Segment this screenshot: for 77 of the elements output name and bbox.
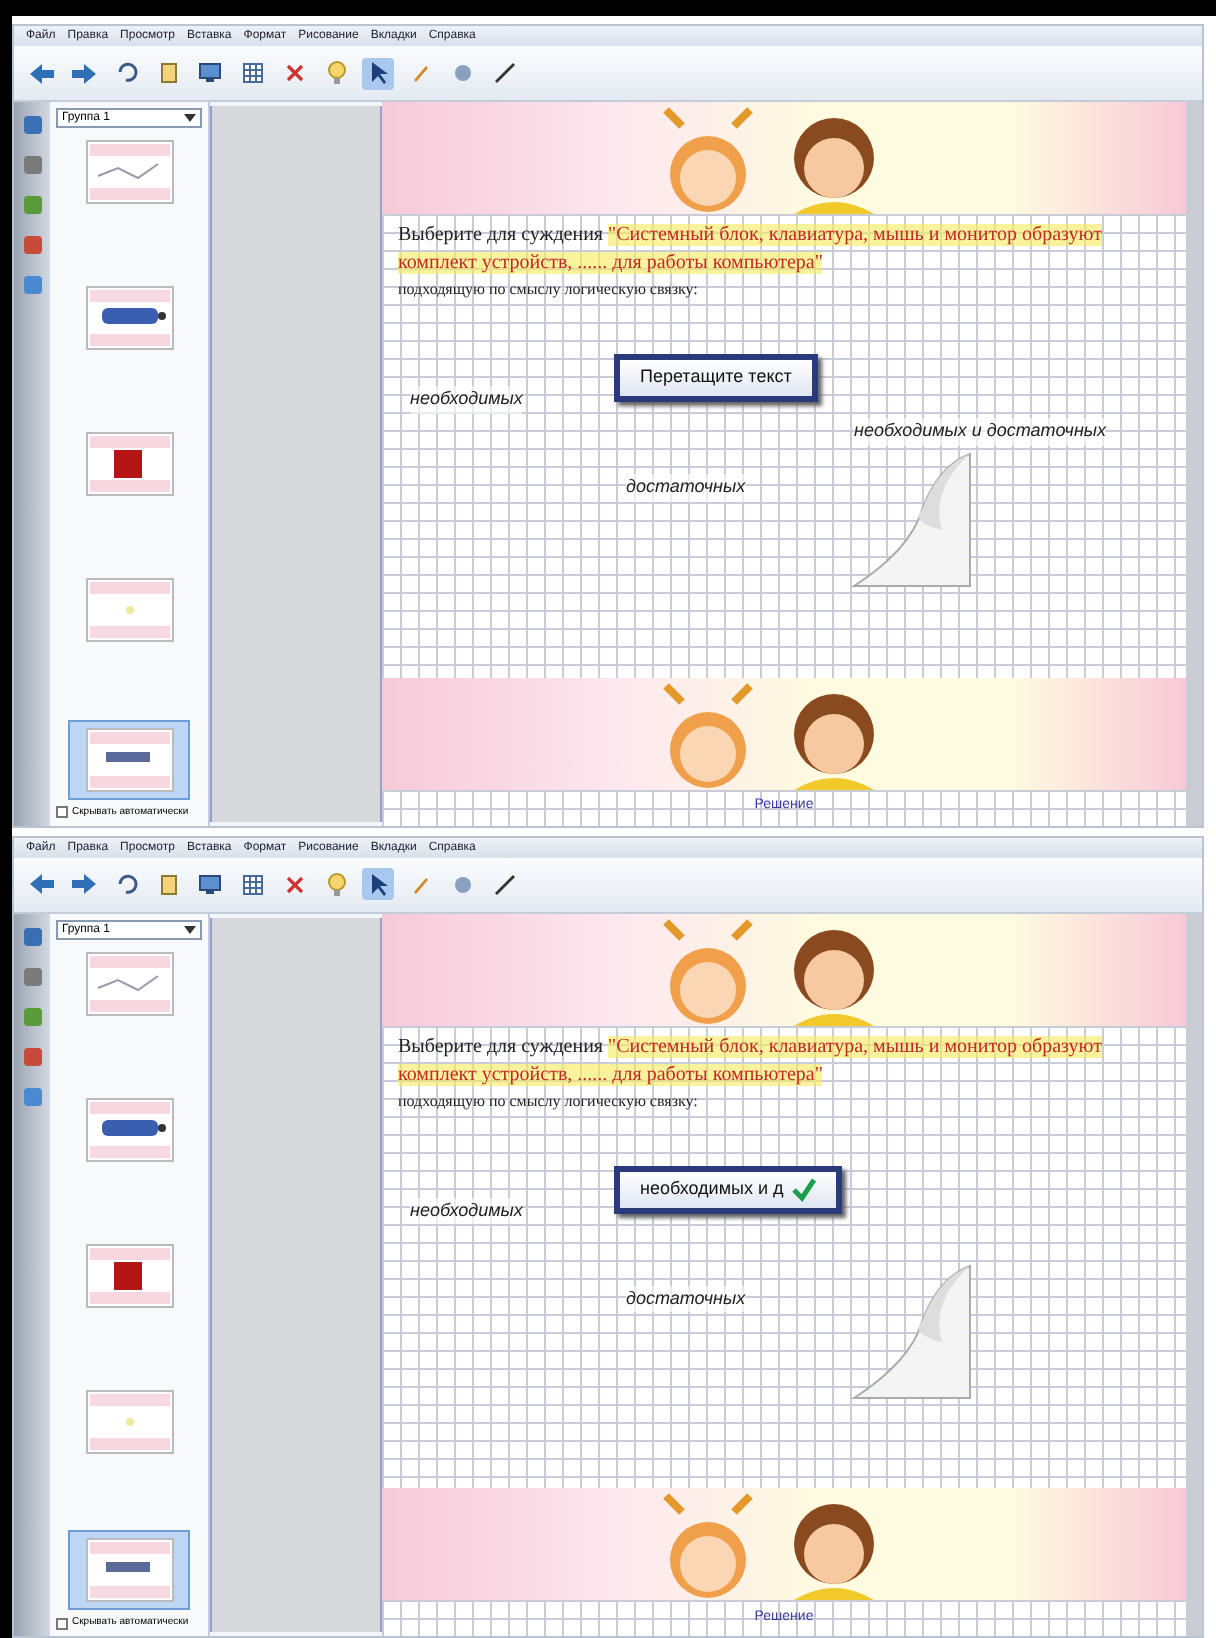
- pen-icon: [409, 873, 431, 895]
- slide-preview-drawing: [85, 727, 173, 791]
- side-tab-button[interactable]: [21, 274, 43, 296]
- side-tab-icon: [21, 194, 43, 216]
- pen-icon: [409, 62, 431, 84]
- slide-preview-drawing: [85, 1097, 173, 1162]
- side-tab-icon: [21, 925, 43, 947]
- delete-icon: [283, 62, 305, 84]
- forward-arrow-icon: [70, 872, 98, 896]
- side-tab-icon: [21, 1085, 43, 1107]
- cursor-button[interactable]: [362, 868, 394, 900]
- cursor-icon: [367, 871, 389, 897]
- task-hint: подходящую по смыслу логическую связку:: [398, 278, 700, 300]
- slide-preview-drawing: [85, 432, 173, 497]
- side-tab-button[interactable]: [21, 154, 43, 176]
- side-tab-button[interactable]: [21, 965, 43, 987]
- slide-preview-drawing: [85, 1538, 173, 1602]
- table-icon: [241, 62, 263, 84]
- back-arrow-icon: [28, 872, 56, 896]
- page-icon: [157, 62, 179, 84]
- answer-option[interactable]: достаточных: [626, 1285, 746, 1312]
- slide-preview-drawing: [85, 1243, 173, 1308]
- screen-icon: [198, 873, 222, 895]
- screen-icon: [198, 62, 222, 84]
- drop-box-text: Перетащите текст: [640, 364, 792, 391]
- slide-thumbnail[interactable]: [68, 1530, 190, 1610]
- answer-option[interactable]: необходимых: [410, 386, 523, 413]
- back-arrow-button[interactable]: [26, 868, 58, 900]
- side-tab-button[interactable]: [21, 234, 43, 256]
- side-tab-icon: [21, 274, 43, 296]
- answer-option[interactable]: необходимых: [410, 1197, 523, 1224]
- answer-option[interactable]: необходимых и достаточных: [854, 418, 1107, 445]
- line-icon: [493, 873, 515, 895]
- delete-icon: [283, 873, 305, 895]
- lightbulb-icon: [325, 871, 347, 897]
- forward-arrow-icon: [70, 61, 98, 85]
- slide-preview-drawing: [85, 578, 173, 643]
- side-tab-icon: [21, 1045, 43, 1067]
- side-tab-button[interactable]: [21, 114, 43, 136]
- undo-icon: [115, 62, 137, 84]
- caret-icon: [184, 114, 196, 122]
- task-text: Выберите для суждения "Системный блок, клавиатура, мышь и монитор образуют комплект устройств, ...... для работы компьютера": [398, 222, 1104, 278]
- side-tab-icon: [21, 154, 43, 176]
- back-arrow-icon: [28, 61, 56, 85]
- cursor-button[interactable]: [362, 57, 394, 89]
- side-tab-button[interactable]: [21, 1085, 43, 1107]
- side-tab-button[interactable]: [21, 925, 43, 947]
- forward-arrow-button[interactable]: [68, 868, 100, 900]
- side-tab-icon: [21, 114, 43, 136]
- slide-preview-drawing: [85, 951, 173, 1015]
- task-hint: подходящую по смыслу логическую связку:: [398, 1089, 700, 1111]
- page-curl-icon[interactable]: [850, 1261, 974, 1401]
- undo-icon: [115, 873, 137, 895]
- page-icon: [157, 873, 179, 895]
- slide-thumbnail[interactable]: [68, 719, 190, 799]
- caret-icon: [184, 925, 196, 933]
- drop-box[interactable]: необходимых и д: [614, 1165, 842, 1213]
- side-tab-button[interactable]: [21, 1045, 43, 1067]
- answer-option[interactable]: достаточных: [626, 474, 746, 501]
- lightbulb-icon: [325, 60, 347, 86]
- slide-preview-drawing: [85, 140, 173, 204]
- side-tab-icon: [21, 234, 43, 256]
- drop-box[interactable]: Перетащите текст: [614, 354, 818, 402]
- shape-icon: [451, 62, 473, 84]
- drop-box-text: необходимых и д: [640, 1175, 784, 1202]
- slide-preview-drawing: [85, 286, 173, 351]
- side-tab-icon: [21, 965, 43, 987]
- checkbox[interactable]: [56, 806, 68, 818]
- line-icon: [493, 62, 515, 84]
- table-icon: [241, 873, 263, 895]
- task-text: Выберите для суждения "Системный блок, клавиатура, мышь и монитор образуют комплект устройств, ...... для работы компьютера": [398, 1033, 1104, 1089]
- checkbox[interactable]: [56, 1617, 68, 1629]
- slide-preview-drawing: [85, 1389, 173, 1454]
- side-tab-icon: [21, 1005, 43, 1027]
- shape-icon: [451, 873, 473, 895]
- page-curl-icon[interactable]: [850, 450, 974, 590]
- cursor-icon: [367, 60, 389, 86]
